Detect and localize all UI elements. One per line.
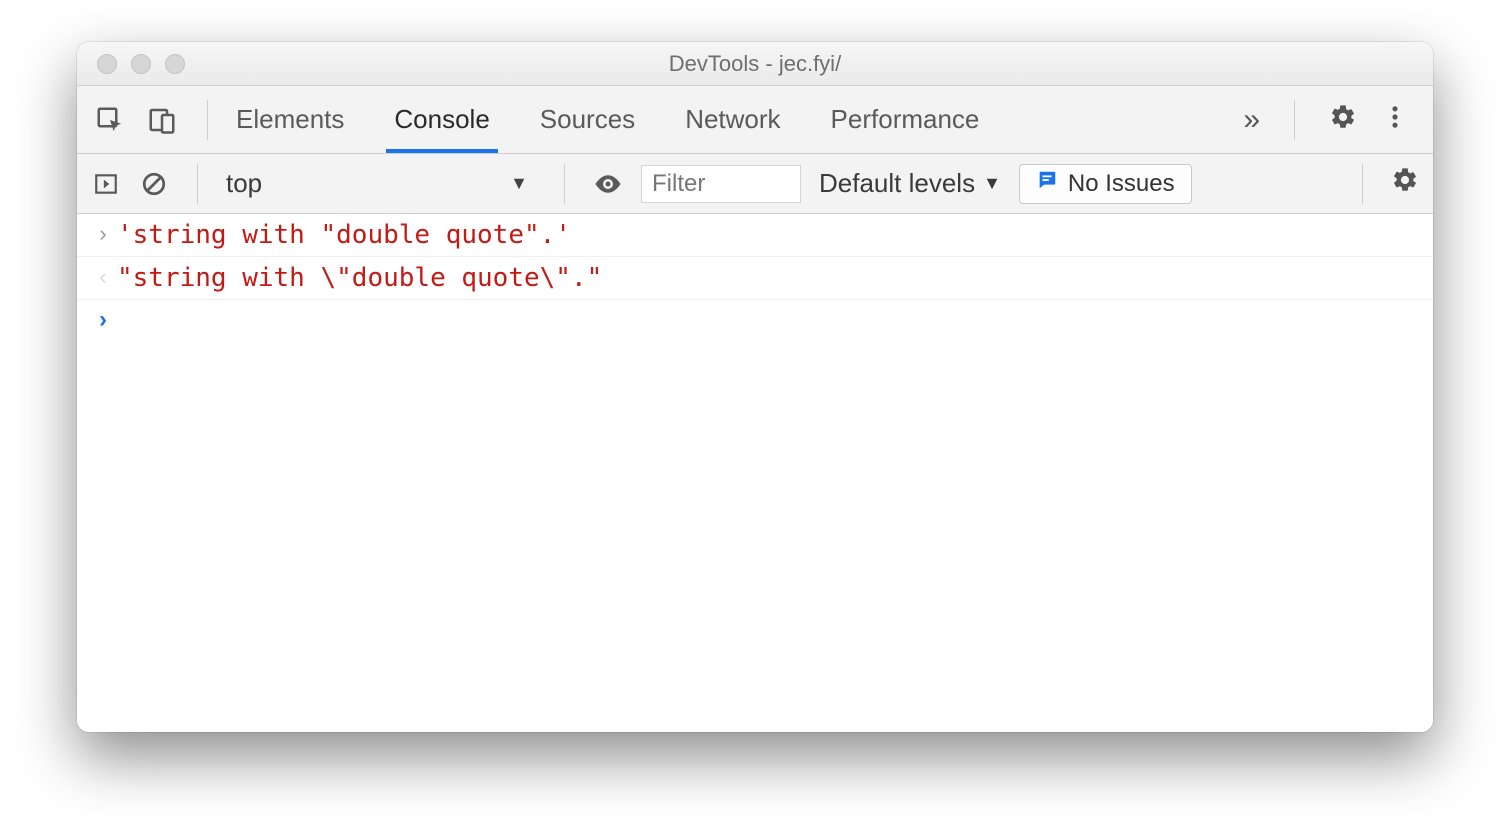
close-window-button[interactable] — [97, 54, 117, 74]
window-title: DevTools - jec.fyi/ — [77, 51, 1433, 77]
console-settings-icon[interactable] — [1391, 166, 1419, 201]
separator — [207, 100, 208, 140]
context-selector[interactable]: top ▼ — [226, 168, 536, 199]
minimize-window-button[interactable] — [131, 54, 151, 74]
clear-console-icon[interactable] — [139, 169, 169, 199]
console-prompt[interactable]: › — [77, 300, 1433, 340]
separator — [197, 164, 198, 204]
device-toolbar-icon[interactable] — [145, 103, 179, 137]
more-options-icon[interactable] — [1381, 103, 1409, 136]
panel-tabbar: Elements Console Sources Network Performance… — [77, 86, 1433, 154]
console-line-text[interactable]: "string with \"double quote\"." — [117, 261, 602, 295]
issues-label: No Issues — [1068, 170, 1175, 198]
filter-input[interactable] — [641, 165, 801, 203]
log-levels-selector[interactable]: Default levels ▼ — [819, 168, 1001, 199]
log-levels-label: Default levels — [819, 168, 975, 199]
context-label: top — [226, 168, 262, 199]
console-toolbar: top ▼ Default levels ▼ No Issues — [77, 154, 1433, 214]
dropdown-arrow-icon: ▼ — [510, 173, 528, 194]
tab-elements[interactable]: Elements — [230, 86, 350, 153]
separator — [564, 164, 565, 204]
zoom-window-button[interactable] — [165, 54, 185, 74]
tab-console[interactable]: Console — [388, 86, 495, 153]
input-chevron-icon: › — [89, 218, 117, 250]
separator — [1294, 100, 1295, 140]
console-input-row: ›'string with "double quote".' — [77, 214, 1433, 257]
sidebar-toggle-icon[interactable] — [91, 169, 121, 199]
prompt-chevron-icon: › — [89, 306, 117, 334]
tab-sources[interactable]: Sources — [534, 86, 641, 153]
titlebar: DevTools - jec.fyi/ — [77, 42, 1433, 86]
tab-network[interactable]: Network — [679, 86, 786, 153]
output-chevron-icon: ‹ — [89, 261, 117, 293]
issues-icon — [1036, 169, 1058, 198]
more-tabs-button[interactable]: » — [1243, 103, 1260, 137]
tab-performance[interactable]: Performance — [825, 86, 986, 153]
inspect-element-icon[interactable] — [93, 103, 127, 137]
dropdown-arrow-icon: ▼ — [983, 173, 1001, 194]
live-expression-icon[interactable] — [593, 169, 623, 199]
issues-button[interactable]: No Issues — [1019, 164, 1192, 204]
window-controls — [77, 54, 185, 74]
console-output: ›'string with "double quote".'‹"string w… — [77, 214, 1433, 732]
console-line-text[interactable]: 'string with "double quote".' — [117, 218, 571, 252]
separator — [1362, 164, 1363, 204]
settings-icon[interactable] — [1329, 103, 1357, 136]
console-output-row: ‹"string with \"double quote\"." — [77, 257, 1433, 300]
devtools-window: DevTools - jec.fyi/ Elements Console Sourc… — [77, 42, 1433, 732]
